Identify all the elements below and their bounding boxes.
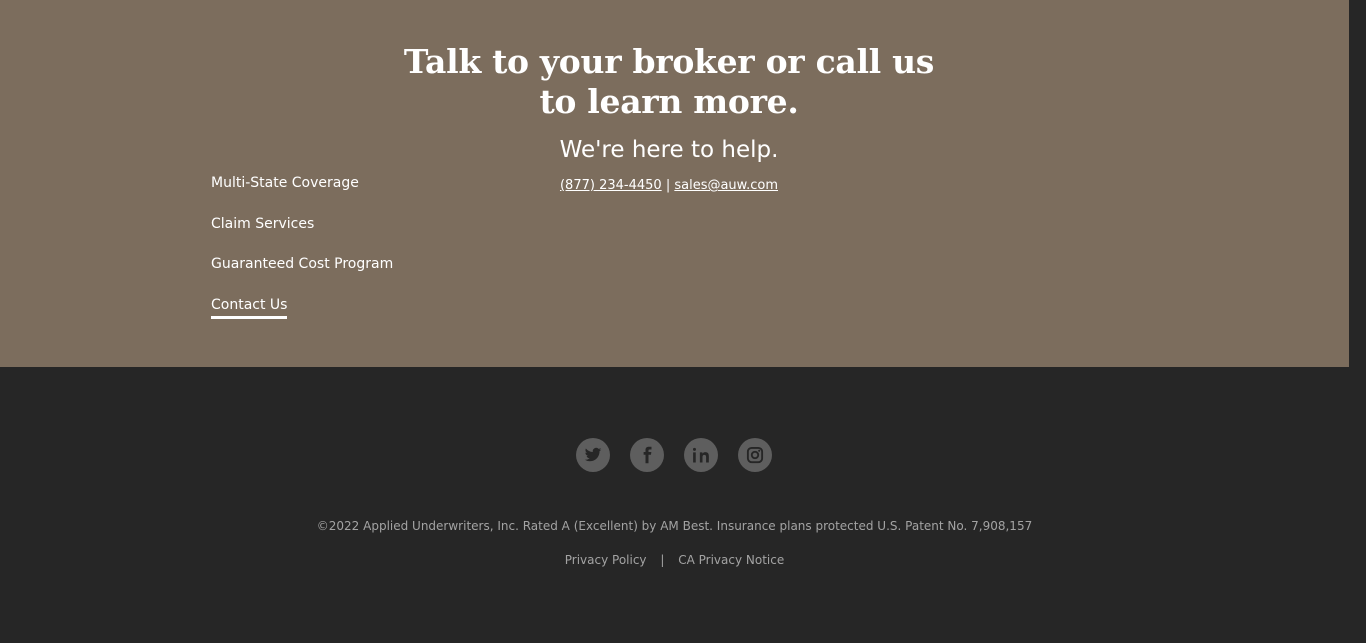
- legal-separator: |: [660, 553, 665, 567]
- twitter-icon[interactable]: [576, 438, 610, 472]
- cta-headline: Talk to your broker or call us to learn …: [400, 42, 938, 122]
- privacy-policy-link[interactable]: Privacy Policy: [565, 553, 647, 567]
- nav-item-label[interactable]: Contact Us: [211, 296, 288, 319]
- nav-item-label[interactable]: Claim Services: [211, 216, 314, 232]
- nav-item-multi-state-coverage[interactable]: Multi-State Coverage: [211, 174, 393, 215]
- nav-item-claim-services[interactable]: Claim Services: [211, 215, 393, 256]
- nav-item-guaranteed-cost-program[interactable]: Guaranteed Cost Program: [211, 255, 393, 296]
- copyright-text: ©2022 Applied Underwriters, Inc. Rated A…: [316, 519, 1033, 533]
- nav-item-contact-us[interactable]: Contact Us: [211, 296, 393, 337]
- social-links: [576, 438, 772, 472]
- cta-headline-line-2: to learn more.: [539, 82, 799, 121]
- email-link[interactable]: sales@auw.com: [674, 178, 778, 193]
- contact-line: (877) 234-4450 | sales@auw.com: [400, 177, 938, 195]
- cta-headline-line-1: Talk to your broker or call us: [403, 42, 935, 81]
- ca-privacy-notice-link[interactable]: CA Privacy Notice: [678, 553, 784, 567]
- nav-item-label[interactable]: Guaranteed Cost Program: [211, 256, 393, 272]
- cta-subhead: We're here to help.: [559, 137, 779, 163]
- legal-links: Privacy Policy | CA Privacy Notice: [0, 551, 1349, 569]
- contact-separator: |: [665, 178, 671, 193]
- nav-item-label[interactable]: Multi-State Coverage: [211, 175, 359, 191]
- facebook-icon[interactable]: [630, 438, 664, 472]
- phone-link[interactable]: (877) 234-4450: [560, 178, 662, 193]
- instagram-icon[interactable]: [738, 438, 772, 472]
- linkedin-icon[interactable]: [684, 438, 718, 472]
- footer-nav: Multi-State Coverage Claim Services Guar…: [211, 174, 393, 336]
- scrollbar-track[interactable]: [1349, 0, 1366, 643]
